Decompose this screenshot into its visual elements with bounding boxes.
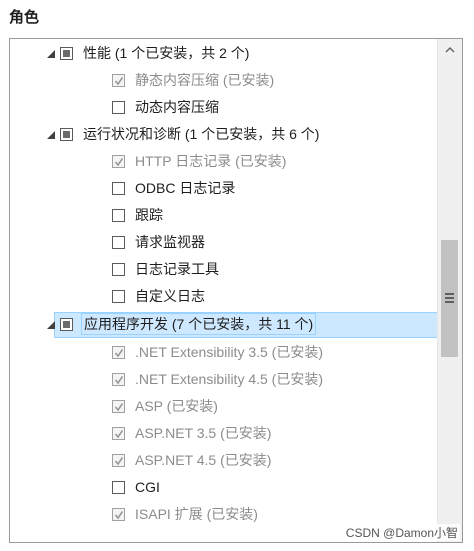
tree-item-row[interactable]: 日志记录工具 (112, 257, 219, 281)
tree-item-row[interactable]: CGI (112, 475, 160, 499)
checkbox-partial[interactable] (60, 127, 73, 141)
tree-item-row[interactable]: ASP.NET 3.5 (已安装) (112, 421, 271, 445)
checkbox[interactable] (112, 480, 125, 494)
thumb-grip-line (445, 293, 454, 295)
check-icon (114, 456, 124, 465)
expanded-triangle-icon[interactable] (46, 49, 56, 59)
check-icon (114, 402, 124, 411)
checkbox[interactable] (112, 235, 125, 249)
tree-item-row[interactable]: ASP (已安装) (112, 394, 218, 418)
tree-item-label: .NET Extensibility 3.5 (已安装) (135, 344, 324, 360)
tree-item-label: 运行状况和诊断 (1 个已安装，共 6 个) (83, 126, 320, 142)
check-icon (114, 429, 124, 438)
checkbox[interactable] (112, 262, 125, 276)
vertical-scrollbar[interactable] (437, 39, 462, 542)
checkbox[interactable] (112, 208, 125, 222)
tree-item-label: 自定义日志 (135, 288, 205, 304)
tree-item-label: 日志记录工具 (135, 261, 219, 277)
expanded-triangle-icon[interactable] (46, 320, 56, 330)
scrollbar-thumb[interactable] (441, 240, 458, 357)
tree-item-label: 性能 (1 个已安装，共 2 个) (83, 45, 250, 61)
chevron-up-icon (445, 47, 455, 53)
scroll-up-button[interactable] (438, 39, 462, 61)
checkbox-checked[interactable] (112, 73, 125, 87)
tree-item-label: HTTP 日志记录 (已安装) (135, 153, 287, 169)
checkbox-checked[interactable] (112, 507, 125, 521)
checkbox-checked[interactable] (112, 372, 125, 386)
checkbox-partial[interactable] (60, 46, 73, 60)
checkbox-checked[interactable] (112, 426, 125, 440)
checkbox-checked[interactable] (112, 345, 125, 359)
roles-tree-panel: 性能 (1 个已安装，共 2 个) 静态内容压缩 (已安装) 动态内容压缩运行状况和… (9, 38, 463, 543)
tree-item-label: 应用程序开发 (7 个已安装，共 11 个) (81, 313, 317, 335)
check-icon (114, 375, 124, 384)
checkbox[interactable] (112, 100, 125, 114)
tree-item-label: 动态内容压缩 (135, 99, 219, 115)
tree-item-row[interactable]: HTTP 日志记录 (已安装) (112, 149, 286, 173)
tree-item-label: 静态内容压缩 (已安装) (135, 72, 275, 88)
checkbox-checked[interactable] (112, 154, 125, 168)
tree-group-row[interactable]: 性能 (1 个已安装，共 2 个) (47, 41, 250, 65)
tree-item-label: ASP.NET 4.5 (已安装) (135, 452, 272, 468)
tree-item-row[interactable]: ISAPI 扩展 (已安装) (112, 502, 258, 526)
checkbox-partial[interactable] (60, 317, 73, 331)
check-icon (114, 76, 124, 85)
tree-item-row[interactable]: 静态内容压缩 (已安装) (112, 68, 274, 92)
tree-group-row[interactable]: 应用程序开发 (7 个已安装，共 11 个) (47, 312, 317, 336)
roles-tree: 性能 (1 个已安装，共 2 个) 静态内容压缩 (已安装) 动态内容压缩运行状况和… (10, 39, 438, 542)
tree-item-row[interactable]: 跟踪 (112, 203, 163, 227)
checkbox[interactable] (112, 181, 125, 195)
tree-item-row[interactable]: 动态内容压缩 (112, 95, 219, 119)
checkbox-checked[interactable] (112, 453, 125, 467)
tree-item-label: 跟踪 (135, 207, 163, 223)
thumb-grip-line (445, 297, 454, 299)
tree-item-label: ASP (已安装) (135, 398, 218, 414)
tree-group-row[interactable]: 运行状况和诊断 (1 个已安装，共 6 个) (47, 122, 320, 146)
tree-item-row[interactable]: ASP.NET 4.5 (已安装) (112, 448, 271, 472)
roles-header: 角色 (9, 9, 40, 26)
check-icon (114, 157, 124, 166)
tree-item-label: 请求监视器 (135, 234, 205, 250)
tree-item-row[interactable]: .NET Extensibility 4.5 (已安装) (112, 367, 323, 391)
tree-item-label: ODBC 日志记录 (135, 180, 236, 196)
tree-item-row[interactable]: 请求监视器 (112, 230, 205, 254)
checkbox[interactable] (112, 289, 125, 303)
thumb-grip-line (445, 301, 454, 303)
expanded-triangle-icon[interactable] (46, 130, 56, 140)
tree-item-label: CGI (135, 479, 160, 495)
tree-item-label: ISAPI 扩展 (已安装) (135, 506, 258, 522)
check-icon (114, 510, 124, 519)
tree-item-row[interactable]: ODBC 日志记录 (112, 176, 235, 200)
check-icon (114, 348, 124, 357)
tree-item-label: ASP.NET 3.5 (已安装) (135, 425, 272, 441)
tree-item-label: .NET Extensibility 4.5 (已安装) (135, 371, 324, 387)
watermark-text: CSDN @Damon小智 (343, 524, 460, 541)
checkbox-checked[interactable] (112, 399, 125, 413)
tree-item-row[interactable]: .NET Extensibility 3.5 (已安装) (112, 340, 323, 364)
tree-item-row[interactable]: 自定义日志 (112, 284, 205, 308)
